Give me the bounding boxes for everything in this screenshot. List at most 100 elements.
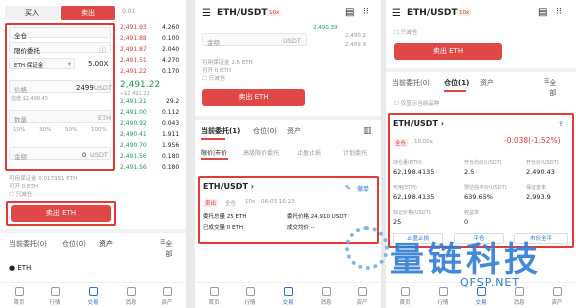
tab-assets[interactable]: 资产	[99, 239, 113, 249]
last-price: 2,491.22	[120, 80, 161, 90]
nav-home[interactable]: 首页	[4, 287, 34, 306]
cancel-order-link[interactable]: 撤单	[357, 184, 369, 193]
filter-all[interactable]: ☰ 全部	[544, 78, 556, 97]
leverage-value[interactable]: 5.00X	[88, 60, 108, 68]
nav-message[interactable]: 消息	[311, 287, 341, 306]
nav-message[interactable]: 消息	[116, 287, 146, 306]
nav-market[interactable]: 行情	[428, 287, 458, 306]
order-time: 08-03 16:23	[261, 199, 295, 205]
nav-home[interactable]: 首页	[390, 287, 420, 306]
bid-price[interactable]: 2,490.92	[120, 120, 147, 127]
top-bar: ☰ ETH/USDT 10x ▤ ⁝⁝	[195, 0, 381, 28]
ask-price[interactable]: 2,491.51	[120, 57, 147, 64]
tab-orders[interactable]: 当前委托(1)	[201, 126, 240, 136]
subtab-limit-market[interactable]: 限价|市价	[201, 148, 227, 157]
tab-assets[interactable]: 资产	[480, 78, 494, 88]
message-icon	[321, 287, 331, 296]
reduce-only-checkbox[interactable]: ☐ 只减仓	[202, 74, 225, 82]
current-only-checkbox[interactable]: ☐ 仅显示当前品种	[394, 99, 439, 107]
tab-orders[interactable]: 当前委托(0)	[9, 239, 47, 249]
tab-positions[interactable]: 仓位(0)	[62, 239, 86, 249]
unrealized-pnl: -0.038(-1.52%)	[504, 136, 561, 145]
amount-value: 0	[82, 151, 87, 159]
nav-trade[interactable]: 交易	[466, 287, 496, 306]
sell-eth-button[interactable]: 卖出 ETH	[11, 205, 111, 222]
pair-title[interactable]: ETH/USDT	[217, 8, 268, 18]
sell-eth-button[interactable]: 卖出 ETH	[202, 89, 305, 106]
menu-icon[interactable]: ☰	[392, 8, 401, 19]
tab-assets[interactable]: 资产	[287, 126, 301, 136]
bid-price[interactable]: 2,490.41	[120, 131, 147, 138]
ask-qty: 0.100	[162, 35, 180, 42]
trade-icon	[283, 287, 293, 296]
ask-qty: 2.040	[162, 46, 180, 53]
menu-icon[interactable]: ☰	[202, 8, 211, 19]
ask-qty: 0.170	[162, 68, 180, 75]
label-avg-open: 开仓均价(USDT)	[464, 160, 502, 166]
order-type-label: 限价委托	[14, 47, 40, 55]
kline-icon[interactable]: ▤	[345, 7, 354, 18]
reduce-only-checkbox[interactable]: ☐ 只减仓	[394, 28, 417, 36]
precision-label[interactable]: 0.01	[122, 8, 135, 15]
reduce-only-label: 只减仓	[15, 192, 33, 198]
quantity-input[interactable]: 数量 ETH	[9, 110, 111, 124]
tab-positions[interactable]: 仓位(0)	[253, 126, 277, 136]
sell-eth-button[interactable]: 卖出 ETH	[394, 43, 502, 60]
tab-positions[interactable]: 仓位(1)	[444, 78, 469, 88]
bid-price[interactable]: 2,491.56	[120, 153, 147, 160]
amount-input[interactable]: 金额 0 USDT	[9, 147, 111, 161]
margin-currency-select[interactable]: ETH 保证金 ▾	[9, 58, 75, 69]
price-input[interactable]: 价格 2499 USDT	[9, 80, 112, 94]
bid-price[interactable]: 2,491.00	[120, 109, 147, 116]
ask-price[interactable]: 2,491.93	[120, 24, 147, 31]
subtab-advanced-limit[interactable]: 高级限价委托	[243, 148, 279, 157]
buy-tab[interactable]: 买入	[5, 6, 59, 20]
pct-100[interactable]: 100%	[91, 127, 107, 133]
order-card[interactable]: ETH/USDT ›	[203, 182, 254, 191]
nav-home[interactable]: 首页	[199, 287, 229, 306]
position-card[interactable]: ETH/USDT ›	[393, 119, 444, 128]
pair-title[interactable]: ETH/USDT	[407, 8, 458, 18]
nav-trade[interactable]: 交易	[78, 287, 108, 306]
ask-price[interactable]: 2,491.22	[120, 68, 147, 75]
tab-orders[interactable]: 当前委托(0)	[392, 78, 430, 88]
leverage-badge: 10x	[267, 10, 282, 16]
nav-market[interactable]: 行情	[40, 287, 70, 306]
nav-assets[interactable]: 资产	[347, 287, 377, 306]
order-history-icon[interactable]: ▥	[363, 126, 372, 136]
asset-row[interactable]: ● ETH	[9, 264, 31, 272]
value-margin-rate: 2,993.9	[526, 193, 551, 201]
nav-assets-label: 资产	[551, 300, 563, 306]
more-icon[interactable]: ⁝⁝	[556, 7, 562, 17]
nav-message[interactable]: 消息	[504, 287, 534, 306]
reduce-only-checkbox[interactable]: ☐ 只减仓	[9, 190, 32, 198]
pct-50[interactable]: 50%	[65, 127, 77, 133]
subtab-plan[interactable]: 计划委托	[343, 148, 367, 157]
subtab-tp-sl[interactable]: 止盈止损	[297, 148, 321, 157]
edit-icon[interactable]: ✎	[345, 184, 351, 192]
filter-all[interactable]: ☰ 全部	[160, 239, 172, 258]
value-available: 62,198.4135	[393, 193, 435, 201]
bid-price[interactable]: 2,491.21	[120, 98, 147, 105]
pct-10[interactable]: 10%	[13, 127, 25, 133]
nav-assets[interactable]: 资产	[152, 287, 182, 306]
pct-30[interactable]: 30%	[39, 127, 51, 133]
order-type-select[interactable]: 限价委托 ⓘ	[9, 42, 111, 55]
amount-input[interactable]: 金额 USDT	[202, 33, 307, 47]
kline-icon[interactable]: ▤	[538, 7, 547, 18]
bid-price[interactable]: 2,491.56	[120, 164, 147, 171]
ask-price[interactable]: 2,491.87	[120, 46, 147, 53]
leverage-badge: 10x	[457, 10, 472, 16]
more-icon[interactable]: ⁝⁝	[363, 7, 369, 17]
nav-trade[interactable]: 交易	[273, 287, 303, 306]
nav-market[interactable]: 行情	[235, 287, 265, 306]
ask-price[interactable]: 2,491.88	[120, 35, 147, 42]
margin-mode-select[interactable]: 全仓	[9, 27, 111, 40]
ask-qty: 4.260	[162, 24, 180, 31]
bid-price[interactable]: 2,490.70	[120, 142, 147, 149]
sell-tab[interactable]: 卖出	[61, 6, 115, 20]
position-leverage: 10.00x	[414, 139, 434, 145]
share-icon[interactable]: ⇪	[558, 120, 564, 128]
order-leverage: 10x	[245, 199, 256, 205]
nav-assets[interactable]: 资产	[542, 287, 572, 306]
